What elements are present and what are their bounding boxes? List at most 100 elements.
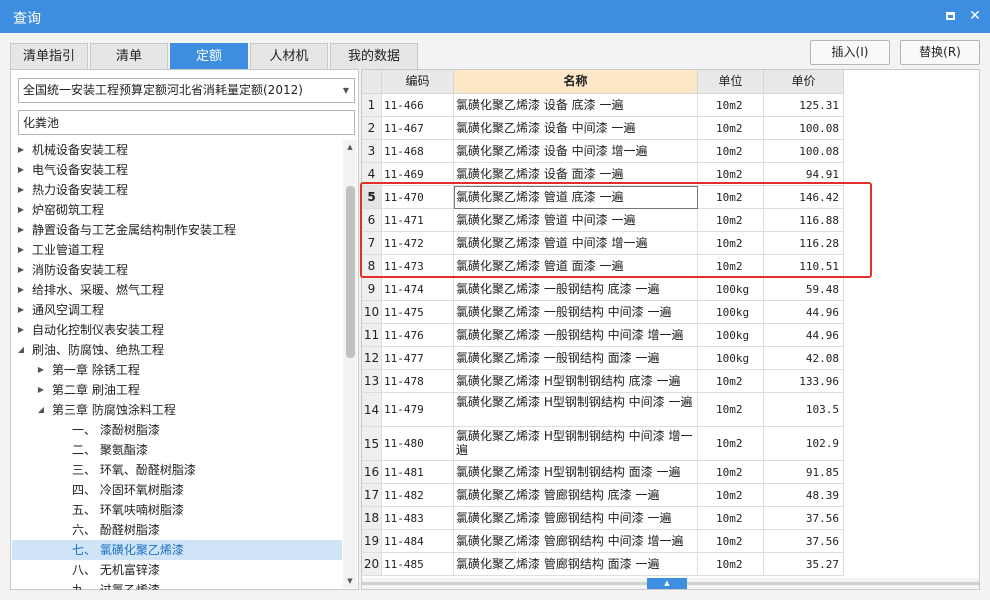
row-name[interactable]: 氯磺化聚乙烯漆 设备 面漆 一遍: [454, 163, 698, 186]
table-row[interactable]: 9 11-474 氯磺化聚乙烯漆 一般钢结构 底漆 一遍 100kg 59.48: [362, 278, 844, 301]
tree-expand-icon[interactable]: ▶: [15, 300, 27, 320]
row-code[interactable]: 11-475: [382, 301, 454, 324]
tree-item[interactable]: 五、 环氧呋喃树脂漆: [12, 500, 342, 520]
row-name[interactable]: 氯磺化聚乙烯漆 H型钢制钢结构 中间漆 一遍: [454, 393, 698, 427]
tree-expand-icon[interactable]: ▶: [15, 220, 27, 240]
row-code[interactable]: 11-482: [382, 484, 454, 507]
row-code[interactable]: 11-472: [382, 232, 454, 255]
tree-item[interactable]: ▶ 自动化控制仪表安装工程: [12, 320, 342, 340]
tree-expand-icon[interactable]: ▶: [15, 260, 27, 280]
grid-horizontal-scrollbar[interactable]: ▲: [362, 578, 979, 589]
row-code[interactable]: 11-481: [382, 461, 454, 484]
row-code[interactable]: 11-466: [382, 94, 454, 117]
tree-expand-icon[interactable]: ▶: [15, 280, 27, 300]
scroll-up-icon[interactable]: ▲: [343, 140, 357, 154]
quota-library-select[interactable]: 全国统一安装工程预算定额河北省消耗量定额(2012) ▼: [18, 78, 355, 103]
row-code[interactable]: 11-473: [382, 255, 454, 278]
header-index[interactable]: [362, 70, 382, 94]
tree-item[interactable]: ▶ 机械设备安装工程: [12, 140, 342, 160]
tree-expand-icon[interactable]: ▶: [15, 320, 27, 340]
row-name[interactable]: 氯磺化聚乙烯漆 一般钢结构 中间漆 增一遍: [454, 324, 698, 347]
table-row[interactable]: 8 11-473 氯磺化聚乙烯漆 管道 面漆 一遍 10m2 110.51: [362, 255, 844, 278]
tree-collapse-icon[interactable]: ◢: [35, 400, 47, 420]
header-name[interactable]: 名称: [454, 70, 698, 94]
tree-scrollbar[interactable]: ▲ ▼: [343, 140, 357, 588]
tab-list[interactable]: 清单: [90, 43, 168, 69]
table-row[interactable]: 10 11-475 氯磺化聚乙烯漆 一般钢结构 中间漆 一遍 100kg 44.96: [362, 301, 844, 324]
header-code[interactable]: 编码: [382, 70, 454, 94]
tree-item[interactable]: ▶ 工业管道工程: [12, 240, 342, 260]
tree-item[interactable]: ◢ 刷油、防腐蚀、绝热工程: [12, 340, 342, 360]
tree-item[interactable]: ▶ 第二章 刷油工程: [12, 380, 342, 400]
row-name[interactable]: 氯磺化聚乙烯漆 H型钢制钢结构 中间漆 增一遍: [454, 427, 698, 461]
tree-expand-icon[interactable]: ▶: [35, 360, 47, 380]
tab-list-guide[interactable]: 清单指引: [10, 43, 88, 69]
row-code[interactable]: 11-467: [382, 117, 454, 140]
header-price[interactable]: 单价: [764, 70, 844, 94]
row-name[interactable]: 氯磺化聚乙烯漆 一般钢结构 面漆 一遍: [454, 347, 698, 370]
row-name[interactable]: 氯磺化聚乙烯漆 一般钢结构 底漆 一遍: [454, 278, 698, 301]
row-code[interactable]: 11-470: [382, 186, 454, 209]
table-row[interactable]: 1 11-466 氯磺化聚乙烯漆 设备 底漆 一遍 10m2 125.31: [362, 94, 844, 117]
tree-item[interactable]: ▶ 通风空调工程: [12, 300, 342, 320]
table-row[interactable]: 2 11-467 氯磺化聚乙烯漆 设备 中间漆 一遍 10m2 100.08: [362, 117, 844, 140]
row-code[interactable]: 11-471: [382, 209, 454, 232]
table-row[interactable]: 13 11-478 氯磺化聚乙烯漆 H型钢制钢结构 底漆 一遍 10m2 133.96: [362, 370, 844, 393]
close-icon[interactable]: ✕: [965, 6, 985, 26]
tree-expand-icon[interactable]: ▶: [15, 240, 27, 260]
table-row[interactable]: 19 11-484 氯磺化聚乙烯漆 管廊钢结构 中间漆 增一遍 10m2 37.56: [362, 530, 844, 553]
row-code[interactable]: 11-468: [382, 140, 454, 163]
row-name[interactable]: 氯磺化聚乙烯漆 管道 中间漆 一遍: [454, 209, 698, 232]
row-name[interactable]: 氯磺化聚乙烯漆 设备 中间漆 一遍: [454, 117, 698, 140]
row-name[interactable]: 氯磺化聚乙烯漆 管道 中间漆 增一遍: [454, 232, 698, 255]
tree-item[interactable]: 九、 过氯乙烯漆: [12, 580, 342, 590]
tree-expand-icon[interactable]: ▶: [15, 160, 27, 180]
tree-item[interactable]: 一、 漆酚树脂漆: [12, 420, 342, 440]
table-row[interactable]: 4 11-469 氯磺化聚乙烯漆 设备 面漆 一遍 10m2 94.91: [362, 163, 844, 186]
row-name[interactable]: 氯磺化聚乙烯漆 管道 底漆 一遍: [454, 186, 698, 209]
row-code[interactable]: 11-469: [382, 163, 454, 186]
row-name[interactable]: 氯磺化聚乙烯漆 管廊钢结构 底漆 一遍: [454, 484, 698, 507]
tab-my-data[interactable]: 我的数据: [330, 43, 418, 69]
tree-item[interactable]: 三、 环氧、酚醛树脂漆: [12, 460, 342, 480]
scroll-grip-icon[interactable]: ▲: [647, 578, 687, 589]
tree-item[interactable]: ▶ 静置设备与工艺金属结构制作安装工程: [12, 220, 342, 240]
row-name[interactable]: 氯磺化聚乙烯漆 设备 底漆 一遍: [454, 94, 698, 117]
table-row[interactable]: 7 11-472 氯磺化聚乙烯漆 管道 中间漆 增一遍 10m2 116.28: [362, 232, 844, 255]
row-code[interactable]: 11-483: [382, 507, 454, 530]
row-code[interactable]: 11-480: [382, 427, 454, 461]
table-row[interactable]: 17 11-482 氯磺化聚乙烯漆 管廊钢结构 底漆 一遍 10m2 48.39: [362, 484, 844, 507]
row-name[interactable]: 氯磺化聚乙烯漆 管廊钢结构 中间漆 一遍: [454, 507, 698, 530]
tab-labor-material-machine[interactable]: 人材机: [250, 43, 328, 69]
maximize-icon[interactable]: [940, 6, 960, 26]
row-code[interactable]: 11-476: [382, 324, 454, 347]
replace-button[interactable]: 替换(R): [900, 40, 980, 65]
header-unit[interactable]: 单位: [698, 70, 764, 94]
table-row[interactable]: 5 11-470 氯磺化聚乙烯漆 管道 底漆 一遍 10m2 146.42: [362, 186, 844, 209]
row-name[interactable]: 氯磺化聚乙烯漆 一般钢结构 中间漆 一遍: [454, 301, 698, 324]
scrollbar-thumb[interactable]: [346, 186, 355, 358]
row-name[interactable]: 氯磺化聚乙烯漆 管廊钢结构 中间漆 增一遍: [454, 530, 698, 553]
tree-item[interactable]: ▶ 消防设备安装工程: [12, 260, 342, 280]
tree-item[interactable]: ▶ 电气设备安装工程: [12, 160, 342, 180]
row-code[interactable]: 11-485: [382, 553, 454, 576]
row-code[interactable]: 11-484: [382, 530, 454, 553]
tab-quota[interactable]: 定额: [170, 43, 248, 69]
tree-expand-icon[interactable]: ▶: [15, 180, 27, 200]
table-row[interactable]: 14 11-479 氯磺化聚乙烯漆 H型钢制钢结构 中间漆 一遍 10m2 103.5: [362, 393, 844, 427]
tree-item[interactable]: ▶ 给排水、采暖、燃气工程: [12, 280, 342, 300]
row-name[interactable]: 氯磺化聚乙烯漆 管道 面漆 一遍: [454, 255, 698, 278]
tree-item[interactable]: 四、 冷固环氧树脂漆: [12, 480, 342, 500]
search-input[interactable]: [18, 110, 355, 135]
insert-button[interactable]: 插入(I): [810, 40, 890, 65]
row-code[interactable]: 11-477: [382, 347, 454, 370]
tree-item[interactable]: ▶ 炉窑砌筑工程: [12, 200, 342, 220]
table-row[interactable]: 12 11-477 氯磺化聚乙烯漆 一般钢结构 面漆 一遍 100kg 42.08: [362, 347, 844, 370]
row-name[interactable]: 氯磺化聚乙烯漆 管廊钢结构 面漆 一遍: [454, 553, 698, 576]
table-row[interactable]: 15 11-480 氯磺化聚乙烯漆 H型钢制钢结构 中间漆 增一遍 10m2 102.9: [362, 427, 844, 461]
table-row[interactable]: 11 11-476 氯磺化聚乙烯漆 一般钢结构 中间漆 增一遍 100kg 44.96: [362, 324, 844, 347]
tree-item[interactable]: 七、 氯磺化聚乙烯漆: [12, 540, 342, 560]
tree-item[interactable]: 八、 无机富锌漆: [12, 560, 342, 580]
tree-expand-icon[interactable]: ▶: [15, 140, 27, 160]
tree-expand-icon[interactable]: ▶: [15, 200, 27, 220]
